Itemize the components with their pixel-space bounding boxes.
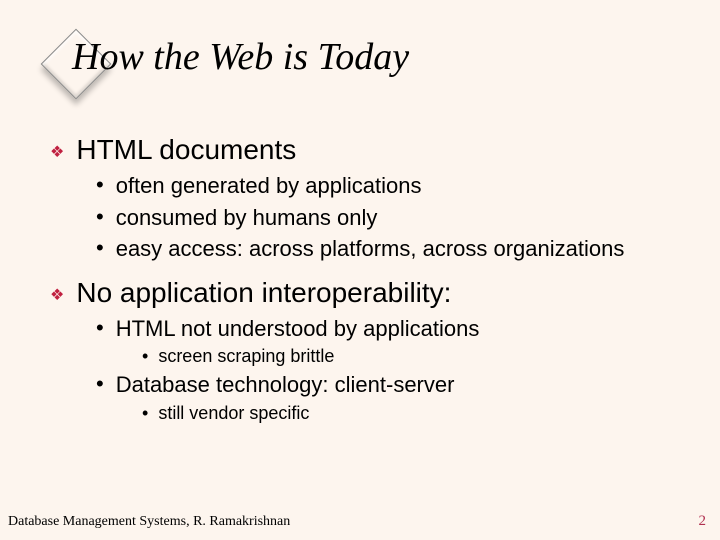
dot-bullet-icon: •	[96, 371, 104, 397]
bullet-text: screen scraping brittle	[158, 346, 334, 367]
dot-bullet-icon: •	[96, 235, 104, 261]
bullet-level3: • screen scraping brittle	[142, 346, 680, 367]
diamond-bullet-icon: ❖	[50, 285, 64, 305]
page-number: 2	[699, 513, 707, 530]
dot-bullet-icon: •	[96, 315, 104, 341]
bullet-level2: • HTML not understood by applications	[96, 315, 680, 343]
dot-bullet-icon: •	[96, 172, 104, 198]
bullet-text: consumed by humans only	[116, 204, 378, 232]
bullet-level2: • Database technology: client-server	[96, 371, 680, 399]
bullet-text: HTML documents	[76, 134, 296, 166]
bullet-text: often generated by applications	[116, 172, 422, 200]
bullet-text: Database technology: client-server	[116, 371, 455, 399]
diamond-bullet-icon: ❖	[50, 142, 64, 162]
slide-body: ❖ HTML documents • often generated by ap…	[50, 120, 680, 428]
bullet-level3: • still vendor specific	[142, 403, 680, 424]
dot-bullet-icon: •	[142, 403, 148, 424]
bullet-level2: • often generated by applications	[96, 172, 680, 200]
bullet-level1: ❖ HTML documents	[50, 134, 680, 166]
bullet-level1: ❖ No application interoperability:	[50, 277, 680, 309]
bullet-text: No application interoperability:	[76, 277, 451, 309]
bullet-text: HTML not understood by applications	[116, 315, 480, 343]
bullet-level2: • consumed by humans only	[96, 204, 680, 232]
dot-bullet-icon: •	[96, 204, 104, 230]
dot-bullet-icon: •	[142, 346, 148, 367]
slide-title: How the Web is Today	[72, 35, 409, 79]
footer-credit: Database Management Systems, R. Ramakris…	[8, 514, 290, 530]
bullet-level2: • easy access: across platforms, across …	[96, 235, 680, 263]
bullet-text: easy access: across platforms, across or…	[116, 235, 625, 263]
bullet-text: still vendor specific	[158, 403, 309, 424]
